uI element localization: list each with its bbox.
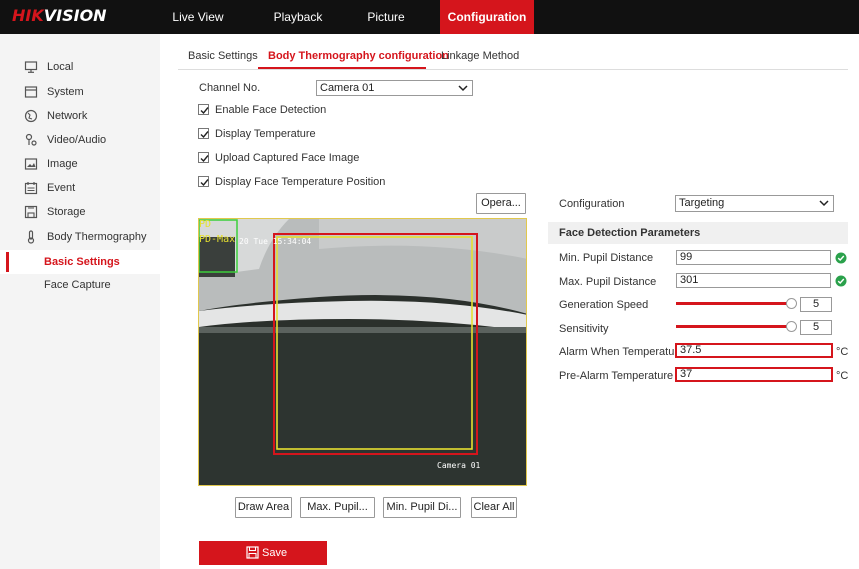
configuration-select-value: Targeting xyxy=(679,197,725,209)
sensitivity-slider-track[interactable] xyxy=(676,325,788,328)
sidebar-item-label: Network xyxy=(47,110,88,122)
prealarm-temperature-unit: °C xyxy=(836,370,849,382)
sidebar-item-label: Image xyxy=(47,158,78,170)
display-face-temperature-position-checkbox[interactable] xyxy=(198,176,209,187)
checkmark-icon xyxy=(200,155,209,163)
channel-select-value: Camera 01 xyxy=(320,82,375,94)
opera-button[interactable]: Opera... xyxy=(476,193,526,214)
valid-check-icon xyxy=(835,275,847,287)
sidebar-item-label: Body Thermography xyxy=(47,231,147,243)
thermometer-icon xyxy=(27,230,35,244)
generation-speed-input[interactable]: 5 xyxy=(800,297,832,312)
configuration-select[interactable]: Targeting xyxy=(675,195,834,212)
sidebar-item-system[interactable]: System xyxy=(0,80,160,104)
sidebar-item-label: System xyxy=(47,86,84,98)
nav-live-view[interactable]: Live View xyxy=(166,0,230,34)
enable-face-detection-label: Enable Face Detection xyxy=(215,104,327,116)
channel-label: Channel No. xyxy=(199,82,261,94)
face-detection-parameters-header: Face Detection Parameters xyxy=(548,222,848,244)
alarm-temperature-label: Alarm When Temperatur... xyxy=(559,346,687,358)
max-pupil-distance-button[interactable]: Max. Pupil... xyxy=(300,497,375,518)
draw-area-button[interactable]: Draw Area xyxy=(235,497,292,518)
system-icon xyxy=(24,86,38,98)
display-temperature-label: Display Temperature xyxy=(215,128,316,140)
display-face-temperature-position-label: Display Face Temperature Position xyxy=(215,176,386,188)
detection-overlays xyxy=(199,219,478,455)
generation-speed-label: Generation Speed xyxy=(559,299,649,311)
valid-check-icon xyxy=(835,252,847,264)
osd-pd-label: PD xyxy=(199,219,212,230)
sidebar-item-network[interactable]: Network xyxy=(0,104,160,128)
tab-body-thermography-configuration[interactable]: Body Thermography configuration xyxy=(268,50,449,62)
alarm-temperature-input[interactable]: 37.5 xyxy=(675,343,833,358)
sensitivity-label: Sensitivity xyxy=(559,323,609,335)
calendar-icon xyxy=(24,182,38,195)
upload-captured-face-image-label: Upload Captured Face Image xyxy=(215,152,360,164)
tab-divider xyxy=(178,69,848,70)
save-icon xyxy=(246,546,259,559)
active-tab-indicator xyxy=(258,67,426,69)
nav-playback[interactable]: Playback xyxy=(266,0,330,34)
top-navigation-bar: HIKVISION Live View Playback Picture Con… xyxy=(0,0,859,34)
save-button[interactable]: Save xyxy=(199,541,327,565)
max-pupil-distance-label: Max. Pupil Distance xyxy=(559,276,657,288)
checkmark-icon xyxy=(200,179,209,187)
sidebar-item-event[interactable]: Event xyxy=(0,176,160,200)
sidebar: Local System Network Video/Audio Image E… xyxy=(0,34,160,569)
configuration-label: Configuration xyxy=(559,198,625,210)
sidebar-item-image[interactable]: Image xyxy=(0,152,160,176)
generation-speed-slider-thumb[interactable] xyxy=(786,298,797,309)
tab-basic-settings[interactable]: Basic Settings xyxy=(188,50,258,62)
osd-pd-max-label: PD-Max xyxy=(199,234,236,245)
globe-icon xyxy=(24,109,38,123)
sidebar-item-storage[interactable]: Storage xyxy=(0,200,160,224)
video-audio-icon xyxy=(25,133,37,146)
enable-face-detection-checkbox[interactable] xyxy=(198,104,209,115)
osd-datetime: 20 Tue 15:34:04 xyxy=(239,237,312,246)
sidebar-item-label: Storage xyxy=(47,206,86,218)
checkmark-icon xyxy=(200,107,209,115)
osd-camera-name: Camera 01 xyxy=(437,461,481,470)
chevron-down-icon xyxy=(458,85,468,92)
chevron-down-icon xyxy=(819,200,829,207)
sidebar-item-label: Basic Settings xyxy=(44,256,120,268)
sidebar-item-basic-settings[interactable]: Basic Settings xyxy=(0,250,160,274)
image-icon xyxy=(24,158,38,170)
sensitivity-slider-thumb[interactable] xyxy=(786,321,797,332)
nav-picture[interactable]: Picture xyxy=(354,0,418,34)
display-temperature-checkbox[interactable] xyxy=(198,128,209,139)
sidebar-item-label: Video/Audio xyxy=(47,134,107,146)
checkmark-icon xyxy=(200,131,209,139)
min-pupil-distance-label: Min. Pupil Distance xyxy=(559,252,654,264)
hikvision-logo: HIKVISION xyxy=(12,6,107,25)
live-video-preview[interactable]: PD PD-Max 20 Tue 15:34:04 Camera 01 xyxy=(198,218,527,486)
upload-captured-face-image-checkbox[interactable] xyxy=(198,152,209,163)
storage-icon xyxy=(24,205,38,219)
sidebar-item-face-capture[interactable]: Face Capture xyxy=(0,273,160,297)
sidebar-item-label: Event xyxy=(47,182,76,194)
sidebar-item-body-thermography[interactable]: Body Thermography xyxy=(0,225,160,249)
monitor-icon xyxy=(24,61,38,73)
alarm-temperature-unit: °C xyxy=(836,346,849,358)
sidebar-item-video-audio[interactable]: Video/Audio xyxy=(0,128,160,152)
save-button-label: Save xyxy=(262,547,288,559)
generation-speed-slider-track[interactable] xyxy=(676,302,788,305)
sidebar-item-label: Face Capture xyxy=(44,279,111,291)
tab-linkage-method[interactable]: Linkage Method xyxy=(441,50,519,62)
nav-configuration[interactable]: Configuration xyxy=(440,0,534,34)
max-pupil-distance-input[interactable]: 301 xyxy=(676,273,831,288)
prealarm-temperature-label: Pre-Alarm Temperature xyxy=(559,370,674,382)
channel-select[interactable]: Camera 01 xyxy=(316,80,473,96)
sidebar-item-local[interactable]: Local xyxy=(0,55,160,79)
min-pupil-distance-input[interactable]: 99 xyxy=(676,250,831,265)
sensitivity-input[interactable]: 5 xyxy=(800,320,832,335)
sidebar-item-label: Local xyxy=(47,61,74,73)
prealarm-temperature-input[interactable]: 37 xyxy=(675,367,833,382)
clear-all-button[interactable]: Clear All xyxy=(471,497,517,518)
min-pupil-distance-button[interactable]: Min. Pupil Di... xyxy=(383,497,461,518)
